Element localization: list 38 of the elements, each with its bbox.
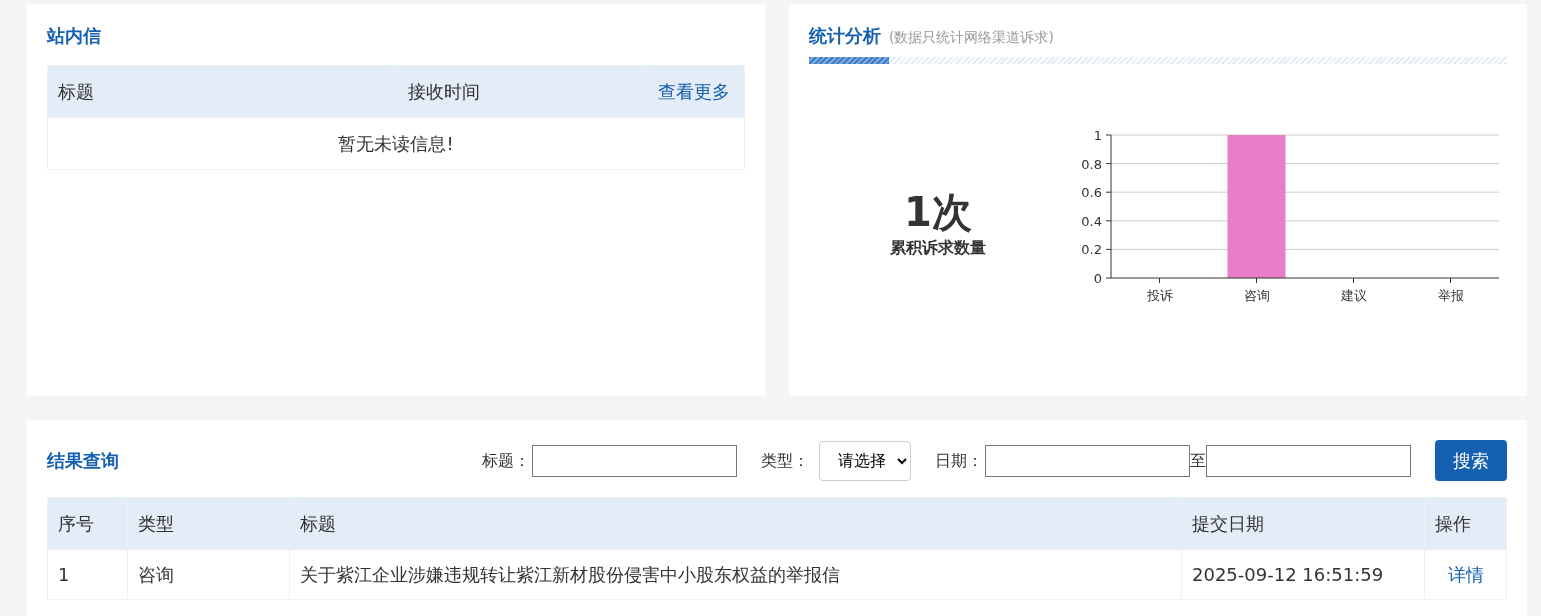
text-field[interactable]: [532, 444, 737, 477]
panel-title: 站内信: [47, 24, 102, 48]
total-label: 累积诉求数量: [889, 237, 987, 259]
table-cell: 1: [47, 549, 128, 600]
axis-tick-label: 0.2: [1081, 242, 1102, 258]
date-field[interactable]: [985, 444, 1190, 477]
column-header: 操作: [1424, 497, 1507, 550]
axis-category-label: 咨询: [1243, 288, 1270, 303]
field-label: 日期：: [935, 449, 983, 472]
search-button[interactable]: 搜索: [1435, 440, 1507, 481]
table-cell: 咨询: [127, 549, 290, 600]
axis-tick-label: 1: [1093, 128, 1102, 143]
column-header: 标题: [47, 65, 398, 118]
axis-tick-label: 0.6: [1081, 185, 1102, 201]
axis-tick-label: 0.4: [1081, 213, 1102, 229]
column-header: 标题: [289, 497, 1182, 550]
axis-tick-label: 0.8: [1081, 156, 1102, 172]
total-count: 1次: [903, 188, 973, 236]
type-select[interactable]: 请选择: [819, 440, 911, 481]
axis-tick-label: 0: [1093, 271, 1102, 286]
range-separator: 至: [1190, 449, 1206, 472]
axis-category-label: 举报: [1437, 288, 1464, 303]
panel-title: 统计分析: [809, 24, 881, 48]
empty-message: 暂无未读信息!: [47, 117, 745, 170]
field-label: 类型：: [761, 449, 809, 472]
column-header: 接收时间: [397, 65, 643, 118]
panel-title: 结果查询: [47, 449, 120, 473]
column-header: 类型: [127, 497, 290, 550]
field-label: 标题：: [482, 449, 530, 472]
axis-category-label: 建议: [1340, 288, 1367, 303]
column-header: 序号: [47, 497, 128, 550]
axis-category-label: 投诉: [1146, 288, 1173, 303]
date-field[interactable]: [1206, 444, 1411, 477]
column-header: 提交日期: [1181, 497, 1425, 550]
panel-subtitle: (数据只统计网络渠道诉求): [889, 28, 1054, 47]
table-cell: 2025-09-12 16:51:59: [1181, 549, 1425, 600]
table-cell: 关于紫江企业涉嫌违规转让紫江新材股份侵害中小股东权益的举报信: [289, 549, 1182, 600]
details-link[interactable]: 详情: [1447, 564, 1484, 585]
